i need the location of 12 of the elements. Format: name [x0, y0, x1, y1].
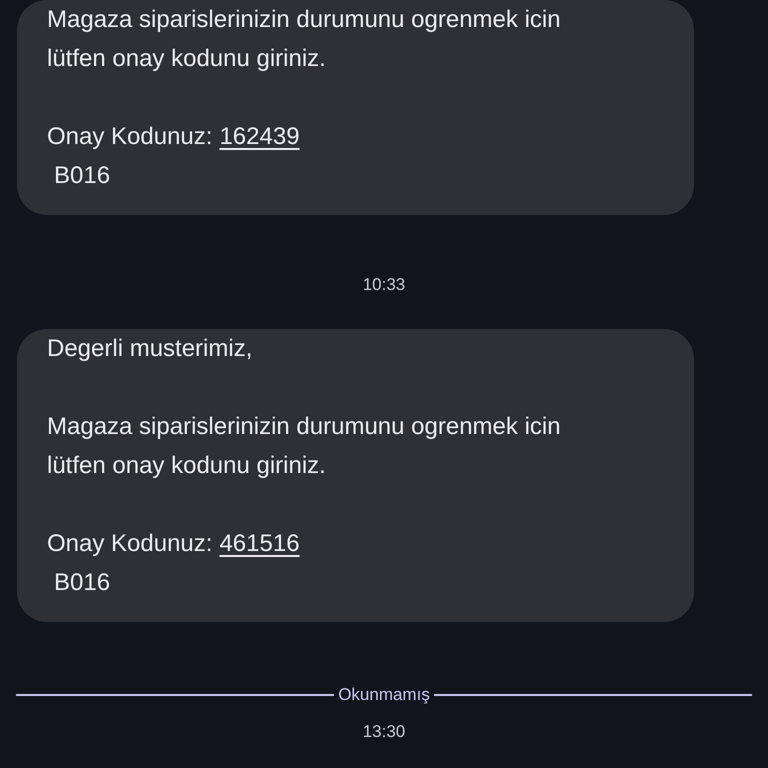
timestamp: 13:30	[362, 720, 406, 742]
code-label: Onay Kodunuz:	[47, 529, 212, 559]
code-link[interactable]: 461516	[219, 524, 300, 563]
unread-divider-label: Okunmamış	[338, 684, 430, 706]
sender-code: B016	[53, 568, 110, 598]
code-label: Onay Kodunuz:	[47, 122, 212, 152]
message-text: Degerli musterimiz,	[47, 334, 254, 364]
code-link[interactable]: 162439	[219, 117, 300, 156]
message-text: Magaza siparislerinizin durumunu ogrenmek icin lütfen onay kodunu giriniz.	[47, 412, 562, 481]
sender-code: B016	[53, 161, 110, 191]
message-text: Magaza siparislerinizin durumunu ogrenmek icin lütfen onay kodunu giriniz.	[47, 5, 562, 74]
timestamp: 10:33	[362, 274, 406, 296]
